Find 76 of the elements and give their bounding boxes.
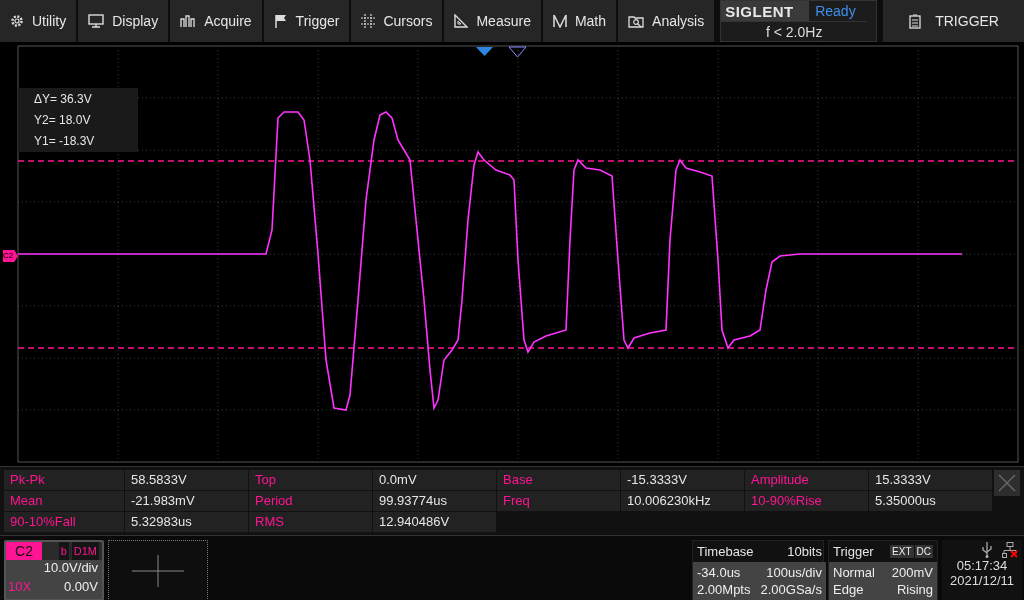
- empty-channel-slot[interactable]: [108, 540, 208, 600]
- magnifier-icon: [628, 14, 645, 28]
- clock-time: 05:17:34: [956, 558, 1008, 573]
- panel-title: Timebase: [697, 544, 754, 559]
- menu-button[interactable]: Display: [78, 0, 169, 42]
- menu-button[interactable]: Cursors: [351, 0, 443, 42]
- close-icon: [998, 474, 1016, 492]
- resolution-label: 10bits: [787, 544, 822, 559]
- trigger-panel-button[interactable]: TRIGGER: [883, 0, 1024, 42]
- channel-tag: C2: [6, 542, 42, 560]
- trigger-position-marker-icon: [476, 47, 493, 56]
- pulse-icon: [180, 14, 197, 28]
- measurement-value: 5.32983us: [125, 512, 248, 532]
- measurement-value: -21.983mV: [125, 491, 248, 511]
- measurement-label: RMS: [249, 512, 372, 532]
- measurement-value: 58.5833V: [125, 470, 248, 490]
- vertical-offset: 0.00V: [63, 579, 99, 596]
- cursor-readout: Y2= 18.0V: [34, 113, 92, 127]
- trigger-slope: Rising: [895, 581, 933, 598]
- plus-icon: [132, 554, 184, 587]
- menu-button[interactable]: Measure: [444, 0, 541, 42]
- clipboard-icon: [909, 13, 922, 29]
- measurement-value: 15.3333V: [869, 470, 992, 490]
- measurement-value: 12.940486V: [373, 512, 496, 532]
- measurement-label: Freq: [497, 491, 620, 511]
- run-status: Ready: [814, 2, 857, 21]
- trigger-source-badge: EXT: [890, 545, 914, 558]
- measurement-label: Mean: [4, 491, 124, 511]
- trigger-level: 200mV: [890, 564, 933, 581]
- measurement-label: Amplitude: [745, 470, 868, 490]
- close-button[interactable]: [994, 470, 1020, 496]
- panel-title: Trigger: [833, 544, 874, 559]
- measurement-value: 0.0mV: [373, 470, 496, 490]
- cursor-readout: Y1= -18.3V: [34, 134, 96, 149]
- measurement-label: Top: [249, 470, 372, 490]
- channel-info-panel[interactable]: C2 b D1M 10.0V/div 10X 0.00V: [4, 540, 104, 600]
- frequency-readout: f < 2.0Hz: [721, 21, 868, 41]
- measurement-value: 5.35000us: [869, 491, 992, 511]
- horizontal-scale: 100us/div: [765, 564, 822, 581]
- measurement-label: Base: [497, 470, 620, 490]
- menu-button[interactable]: Math: [542, 0, 617, 42]
- clock-date: 2021/12/11: [949, 573, 1015, 588]
- math-icon: [552, 14, 567, 28]
- measurement-label: 10-90%Rise: [745, 491, 868, 511]
- channel-marker: C2: [3, 250, 18, 262]
- gear-icon: [10, 14, 24, 28]
- sample-rate: 2.00GSa/s: [760, 581, 822, 598]
- trigger-info-panel[interactable]: Trigger EXT DC Normal 200mV Edge Rising: [828, 540, 938, 600]
- usb-icon: [982, 542, 992, 558]
- measurement-label: Period: [249, 491, 372, 511]
- measurement-value: 10.006230kHz: [621, 491, 744, 511]
- trigger-coupling-badge: DC: [914, 545, 933, 558]
- cursor-readout: ΔY= 36.3V: [34, 91, 93, 106]
- menu-button[interactable]: Utility: [0, 0, 77, 42]
- trigger-mode: Normal: [833, 564, 876, 581]
- vertical-scale: 10.0V/div: [42, 560, 99, 577]
- probe-ratio: 10X: [7, 579, 33, 596]
- menu-button[interactable]: Acquire: [170, 0, 262, 42]
- measurement-label: Pk-Pk: [4, 470, 124, 490]
- monitor-icon: [88, 14, 105, 28]
- brand-logo: SIGLENT: [721, 1, 810, 21]
- menu-button[interactable]: Analysis: [618, 0, 715, 42]
- trigger-type: Edge: [833, 581, 865, 598]
- flag-icon: [273, 14, 288, 28]
- timebase-panel[interactable]: Timebase 10bits -34.0us 100us/div 2.00Mpts 2.00GSa/s: [692, 540, 824, 600]
- trigger-delay-marker-icon: [508, 46, 527, 58]
- measurement-label: 90-10%Fall: [4, 512, 124, 532]
- memory-depth: 2.00Mpts: [697, 581, 751, 598]
- bandwidth-limit-badge: b: [58, 542, 69, 560]
- measurement-value: -15.3333V: [621, 470, 744, 490]
- coupling-badge: D1M: [71, 542, 99, 560]
- network-disconnected-icon: [1002, 542, 1018, 558]
- ruler-triangle-icon: [454, 14, 469, 28]
- menu-button[interactable]: Trigger: [263, 0, 350, 42]
- measurement-value: 99.93774us: [373, 491, 496, 511]
- horizontal-delay: -34.0us: [697, 564, 742, 581]
